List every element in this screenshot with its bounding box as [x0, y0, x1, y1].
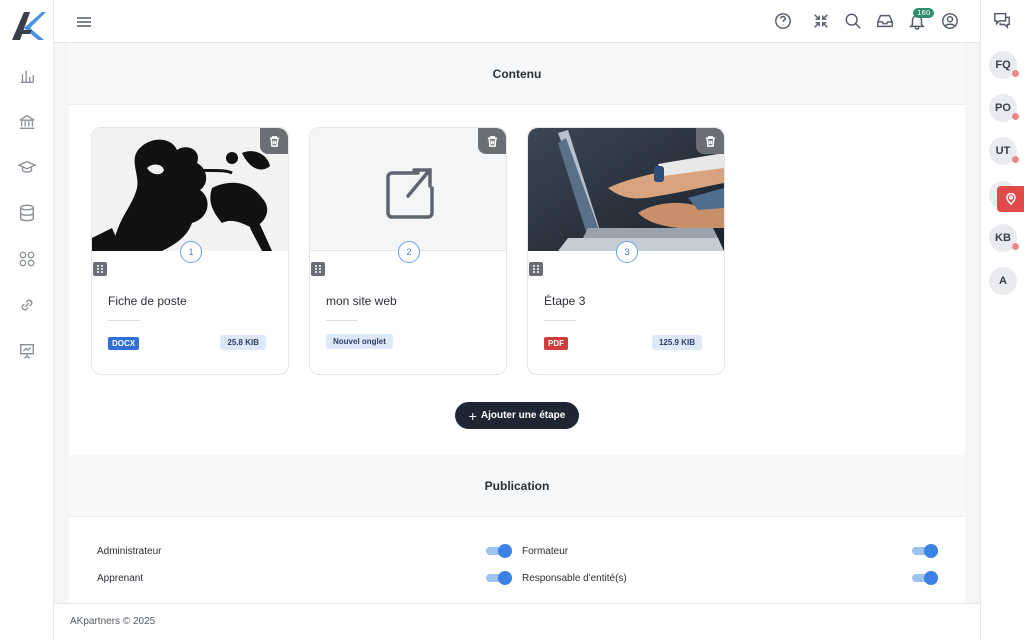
status-dot [1012, 70, 1019, 77]
permission-label-responsable: Responsable d'entité(s) [522, 573, 627, 584]
notification-badge: 160 [913, 8, 935, 18]
plus-icon: + [468, 407, 477, 424]
step-number: 1 [180, 241, 202, 263]
avatar-fq[interactable]: FQ [989, 51, 1019, 79]
step-card-2[interactable]: 2 mon site web Nouvel onglet [309, 127, 507, 375]
card-title: mon site web [326, 294, 397, 308]
permission-label-administrateur: Administrateur [97, 546, 162, 557]
avatar-kb[interactable]: KB [989, 224, 1019, 252]
file-type-badge: DOCX [108, 337, 140, 350]
user-account-icon[interactable] [940, 11, 960, 31]
status-dot [1012, 113, 1019, 120]
top-bar: 160 [54, 0, 980, 43]
bell-icon[interactable]: 160 [907, 8, 935, 31]
right-rail: FQ PO UT D KB A [980, 0, 1024, 640]
open-mode-badge: Nouvel onglet [326, 334, 393, 349]
toggle-responsable[interactable] [912, 571, 938, 585]
help-icon[interactable] [773, 11, 793, 31]
trash-icon [705, 135, 715, 147]
inbox-icon[interactable] [875, 11, 895, 31]
avatar-po[interactable]: PO [989, 94, 1019, 122]
permission-label-apprenant: Apprenant [97, 573, 144, 584]
card-divider [108, 320, 140, 321]
file-size-badge: 25.8 KIB [220, 335, 266, 350]
card-title: Étape 3 [544, 294, 586, 308]
external-link-icon [386, 168, 434, 219]
footer: AKpartners © 2025 [54, 603, 980, 640]
delete-step-button[interactable] [478, 128, 506, 154]
content-section-header: Contenu [69, 43, 965, 105]
avatar-a[interactable]: A [989, 267, 1017, 295]
main-panel: Contenu 1 Fiche de poste DOCX 25.8 KIB 2… [69, 43, 965, 603]
graduation-cap-icon[interactable] [17, 157, 37, 177]
card-image-laptop [528, 128, 724, 251]
toggle-apprenant[interactable] [486, 571, 512, 585]
analytics-icon[interactable] [17, 66, 37, 86]
status-dot [1012, 156, 1019, 163]
step-number: 3 [616, 241, 638, 263]
left-sidebar [0, 0, 54, 640]
file-size-badge: 125.9 KIB [651, 335, 702, 350]
card-image-rat [92, 128, 288, 251]
collapse-icon[interactable] [811, 11, 831, 31]
drag-handle-icon[interactable] [311, 262, 325, 276]
copyright-text: AKpartners © 2025 [70, 616, 156, 627]
card-link-preview [310, 128, 506, 251]
delete-step-button[interactable] [696, 128, 724, 154]
status-dot [1012, 243, 1019, 250]
search-icon[interactable] [843, 11, 863, 31]
file-type-badge: PDF [544, 337, 568, 350]
avatar-ut[interactable]: UT [989, 137, 1019, 165]
presentation-chart-icon[interactable] [17, 341, 37, 361]
drag-handle-icon[interactable] [529, 262, 543, 276]
delete-step-button[interactable] [260, 128, 288, 154]
card-divider [544, 320, 576, 321]
trash-icon [269, 135, 279, 147]
toggle-formateur[interactable] [912, 544, 938, 558]
bank-icon[interactable] [17, 112, 37, 132]
link-icon[interactable] [17, 295, 37, 315]
toggle-administrateur[interactable] [486, 544, 512, 558]
step-card-3[interactable]: 3 Étape 3 PDF 125.9 KIB [527, 127, 725, 375]
trash-icon [487, 135, 497, 147]
permission-label-formateur: Formateur [522, 546, 569, 557]
location-pin-icon[interactable] [997, 186, 1024, 212]
apps-grid-icon[interactable] [17, 249, 37, 269]
menu-icon[interactable] [74, 12, 94, 32]
publication-section-header: Publication [69, 455, 965, 517]
database-icon[interactable] [17, 203, 37, 223]
add-step-button[interactable]: + Ajouter une étape [455, 402, 579, 429]
drag-handle-icon[interactable] [93, 262, 107, 276]
step-card-1[interactable]: 1 Fiche de poste DOCX 25.8 KIB [91, 127, 289, 375]
card-divider [326, 320, 358, 321]
chat-icon[interactable] [993, 11, 1013, 31]
step-number: 2 [398, 241, 420, 263]
ak-logo[interactable] [10, 8, 46, 42]
card-title: Fiche de poste [108, 294, 187, 308]
